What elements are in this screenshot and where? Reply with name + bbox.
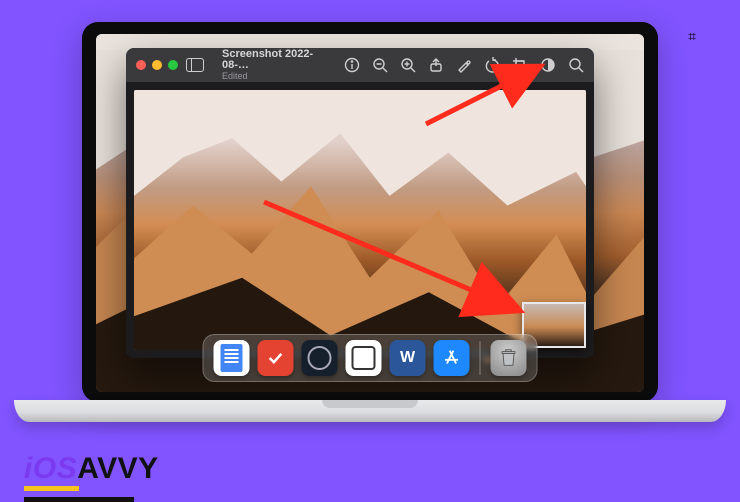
file-title: Screenshot 2022-08-… [222,49,336,71]
adjust-icon[interactable] [540,57,556,73]
markup-icon[interactable] [456,57,472,73]
dock-app-google-docs[interactable] [214,340,250,376]
bluetooth-icon: ⌗ [688,28,696,45]
logo-part-avvy: AVVY [77,452,158,485]
dock: W [203,334,538,382]
fullscreen-button[interactable] [168,60,178,70]
zoom-in-icon[interactable] [400,57,416,73]
screenshot-image [134,90,586,350]
desktop: Screenshot 2022-08-… Edited [96,34,644,392]
file-status: Edited [222,72,336,81]
sidebar-toggle-button[interactable] [186,58,204,72]
dock-separator [480,341,481,375]
preview-titlebar[interactable]: Screenshot 2022-08-… Edited [126,48,594,82]
close-button[interactable] [136,60,146,70]
minimize-button[interactable] [152,60,162,70]
window-controls [136,60,178,70]
preview-canvas[interactable] [126,82,594,358]
preview-app-window: Screenshot 2022-08-… Edited [126,48,594,358]
site-logo: iOSAVVY [24,452,159,486]
search-icon[interactable] [568,57,584,73]
laptop-screen-bezel: Screenshot 2022-08-… Edited [82,22,658,402]
dock-app-files[interactable] [346,340,382,376]
zoom-out-icon[interactable] [372,57,388,73]
window-title-group: Screenshot 2022-08-… Edited [222,49,336,81]
laptop-base [14,400,726,422]
dock-trash[interactable] [491,340,527,376]
dock-app-appstore[interactable] [434,340,470,376]
crop-icon[interactable] [512,57,528,73]
share-icon[interactable] [428,57,444,73]
dock-app-word[interactable]: W [390,340,426,376]
rotate-left-icon[interactable] [484,57,500,73]
info-icon[interactable] [344,57,360,73]
dock-app-todoist[interactable] [258,340,294,376]
dock-app-steam[interactable] [302,340,338,376]
logo-part-ios: iOS [24,452,77,485]
